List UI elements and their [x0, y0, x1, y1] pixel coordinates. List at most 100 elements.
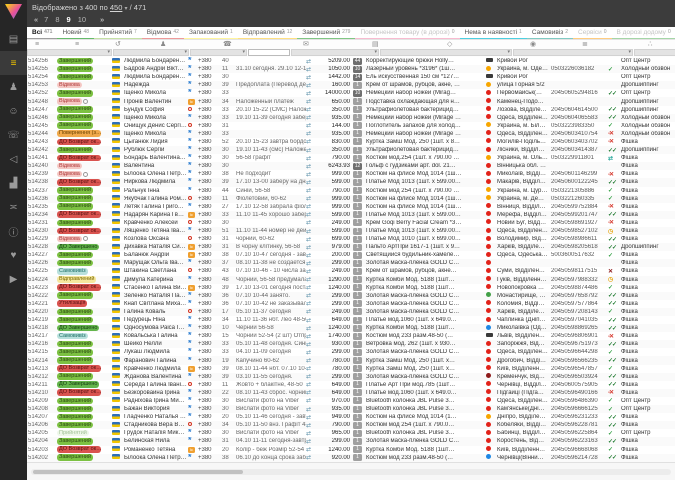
status-badge[interactable]: Відмова: [57, 163, 82, 170]
delivery-city[interactable]: Одеса, Відділен…: [497, 131, 551, 137]
client-phone[interactable]: +380: [198, 430, 222, 436]
delivery-city[interactable]: Кам'янське(Дні…: [497, 406, 551, 412]
client-phone[interactable]: +380: [198, 349, 222, 355]
product-name[interactable]: Костюм мод 233 разм.48-50 (…: [366, 455, 486, 461]
first-page-button[interactable]: «: [34, 15, 37, 24]
order-row[interactable]: 514211 ДО Завершено Середа Галина Івані……: [27, 381, 675, 389]
tracking-number[interactable]: 20450603414387: [551, 147, 608, 153]
order-row[interactable]: 514246 Завершений Іщенко Микола * +380 3…: [27, 114, 675, 122]
product-name[interactable]: Лазерный уровень *3196* (1ш…: [366, 66, 486, 72]
manager-comment[interactable]: Наложенный платеж: [236, 99, 306, 105]
client-phone[interactable]: +380: [198, 366, 222, 372]
client-phone[interactable]: +380: [198, 358, 222, 364]
product-name[interactable]: Костюм на флисе Мод 1014 (1ш…: [366, 204, 486, 210]
order-row[interactable]: 514214 Завершений Фаранович Галина * +38…: [27, 356, 675, 364]
status-badge[interactable]: ДО Возврат ок…: [57, 389, 101, 396]
order-row[interactable]: 514227 Завершений Баланюк Андрій lc +380…: [27, 251, 675, 259]
client-name[interactable]: Білоока Олена Петр…: [124, 455, 188, 461]
client-phone[interactable]: +380: [198, 155, 222, 161]
status-badge[interactable]: Завершений: [57, 422, 93, 429]
delivery-city[interactable]: Чернівці, Відділ…: [497, 382, 551, 388]
manager-comment[interactable]: 31.10 сегодня. 29.10 12-12. нб…: [236, 66, 306, 72]
manager-comment[interactable]: Вислати фото на Viber: [236, 398, 306, 404]
delivery-city[interactable]: Дрогобич, Відді…: [497, 358, 551, 364]
filter-select-5[interactable]: ▾: [380, 49, 512, 56]
tracking-number[interactable]: 20450603410754: [551, 131, 608, 137]
client-name[interactable]: Бондарь Валентина…: [124, 155, 188, 161]
tracking-number[interactable]: 20450596225864: [551, 430, 608, 436]
delivery-city[interactable]: Володимир, Від…: [497, 236, 551, 242]
tracking-number[interactable]: 20450600575905: [551, 382, 608, 388]
client-name[interactable]: Штакина Светлана: [124, 268, 188, 274]
tracking-number[interactable]: 20450596231233: [551, 414, 608, 420]
manager-comment[interactable]: 03.10 11-55 сегодня.: [236, 374, 306, 380]
client-name[interactable]: Цыганюк Лидия: [124, 139, 188, 145]
delivery-city[interactable]: Вінниця, Відділ…: [497, 204, 551, 210]
order-row[interactable]: 514223 ДО Возврат ок… Стасенко Галина Ви…: [27, 284, 675, 292]
manager-comment[interactable]: чорний, 60-62: [236, 236, 306, 242]
delivery-city[interactable]: Чернівці(Вінни…: [497, 455, 551, 461]
product-name[interactable]: Костюм мод.254 (1шт. x 790.00 …: [366, 155, 486, 161]
order-row[interactable]: 514248 Відмова Пронів Валентин lc +380 3…: [27, 97, 675, 105]
order-row[interactable]: 514215 Завершений Лукаш Людмила * +380 3…: [27, 348, 675, 356]
client-phone[interactable]: +380: [198, 398, 222, 404]
client-phone[interactable]: +380: [198, 123, 222, 129]
tracking-number[interactable]: 5003600517632: [551, 252, 608, 258]
tracking-number[interactable]: 20450599752884: [551, 204, 608, 210]
page-range-dropdown[interactable]: 450: [110, 3, 123, 12]
delivery-city[interactable]: Київ, Відділенн…: [497, 447, 551, 453]
delivery-city[interactable]: Каменец-Подо…: [497, 99, 551, 105]
delivery-city[interactable]: Суми, Відділен…: [497, 268, 551, 274]
client-name[interactable]: Надарян Карина Гв…: [124, 212, 188, 218]
product-name[interactable]: Золотая маска-пленка GOLD C…: [366, 349, 486, 355]
tab-Нема в наявності[interactable]: Нема в наявності1: [460, 27, 527, 40]
tab-Запакований[interactable]: Запакований1: [184, 27, 238, 40]
client-phone[interactable]: +380: [198, 99, 222, 105]
page-number-8[interactable]: 8: [55, 15, 59, 24]
client-name[interactable]: Людмила Бондарен…: [124, 74, 188, 80]
status-badge[interactable]: Завершений: [57, 58, 93, 65]
product-name[interactable]: Куртка Комби Мод. 5188 (1шт…: [366, 285, 486, 291]
status-badge[interactable]: ДО Возврат ок…: [57, 446, 101, 453]
client-name[interactable]: Жданова Валентина: [124, 374, 188, 380]
order-row[interactable]: 514219 Завершений Педурець Ніна * +380 3…: [27, 316, 675, 324]
order-row[interactable]: 514210 ДО Возврат ок… Безкоровайна Ірина…: [27, 389, 675, 397]
client-name[interactable]: Кравченко Алексей: [124, 220, 188, 226]
manager-comment[interactable]: 04.10 11-09 сегодня: [236, 349, 306, 355]
filter-select-4[interactable]: ▾: [291, 49, 379, 56]
status-badge[interactable]: ДО Возврат ок…: [57, 228, 101, 235]
order-row[interactable]: 514235 Завершений Летяк Галина Григо… * …: [27, 203, 675, 211]
order-row[interactable]: 514209 Завершений Радніхова Ірина Ми… * …: [27, 397, 675, 405]
delivery-city[interactable]: Одеса, Одеська…: [497, 252, 551, 258]
delivery-city[interactable]: Монастирище, …: [497, 293, 551, 299]
ttn-column-icon[interactable]: ≣: [582, 40, 588, 49]
manager-comment[interactable]: Синій, 56-58: [236, 188, 306, 194]
order-row[interactable]: 514238 ДО Возврат ок… Ниркова Людмила * …: [27, 178, 675, 186]
status-badge[interactable]: Завершений: [57, 317, 93, 324]
status-badge[interactable]: Завершений: [57, 414, 93, 421]
status-badge[interactable]: Завершений: [57, 398, 93, 405]
manager-comment[interactable]: 07.10 10-46 - 10 числа заберет: [236, 268, 306, 274]
status-badge[interactable]: Завершений: [57, 66, 93, 73]
client-column-icon[interactable]: ♟: [160, 40, 166, 49]
order-row[interactable]: 514204 Завершений Белинская Нила * +380 …: [27, 437, 675, 445]
status-badge[interactable]: ДО Возврат ок…: [57, 155, 101, 162]
delivery-city[interactable]: Украина, м. Оль…: [497, 155, 551, 161]
delivery-city[interactable]: Підгайці (Підга…: [497, 390, 551, 396]
client-phone[interactable]: +380: [198, 220, 222, 226]
delivery-column-icon[interactable]: ◉: [530, 40, 536, 49]
tracking-number[interactable]: 20450598117515: [551, 268, 608, 274]
status-badge[interactable]: Завершений: [57, 220, 93, 227]
product-name[interactable]: Bluetooth колонка JBL Pulse 3…: [366, 406, 486, 412]
order-row[interactable]: 514247 Завершений Бундук София +380 33 2…: [27, 106, 675, 114]
manager-comment[interactable]: 06.10 до конца срока заберу. …: [236, 455, 306, 461]
product-name[interactable]: Поглотитель запахов для холод…: [366, 123, 486, 129]
delivery-city[interactable]: Миколаївка (Од…: [497, 325, 551, 331]
client-phone[interactable]: +380: [198, 406, 222, 412]
client-name[interactable]: Шейко Нелли: [124, 341, 188, 347]
phone-column-icon[interactable]: ☎: [223, 40, 232, 49]
manager-comment[interactable]: 07.10 10-44 занято.: [236, 293, 306, 299]
delivery-city[interactable]: Харків, Відділе…: [497, 309, 551, 315]
client-name[interactable]: Рублюк Сергій: [124, 147, 188, 153]
product-name[interactable]: Костюм мод 233 разм.48-50 (…: [366, 333, 486, 339]
